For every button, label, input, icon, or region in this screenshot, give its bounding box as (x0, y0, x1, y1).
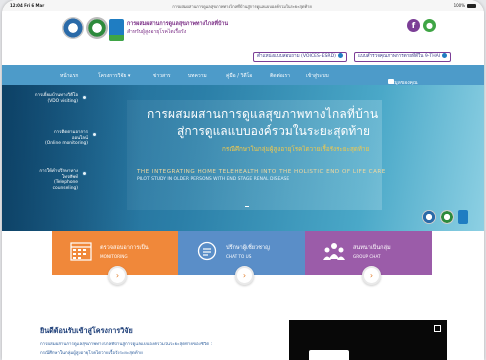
status-time: 12:04 Fri 6 Mar (10, 3, 45, 8)
side-item-online[interactable]: การติดตามอาการออนไลน์ (Online monitoring… (38, 130, 88, 147)
monitoring-en: MONITORING (100, 254, 128, 259)
side-dot-icon (82, 171, 87, 176)
side-item-telephone-label: การให้คำปรึกษาทางโทรศัพท์ (Telephone cou… (39, 169, 78, 191)
university-logo[interactable] (62, 17, 84, 39)
hero-english-subtitle: PILOT STUDY IN OLDER PERSONS WITH END ST… (137, 177, 290, 182)
monitoring-title: ตรวจสอบอาการเป็น (100, 245, 149, 251)
side-dot-icon (82, 95, 87, 100)
welcome-title: ยินดีต้อนรับเข้าสู่โครงการวิจัย (40, 326, 133, 335)
nav-item-research[interactable]: โครงการวิจัย ▾ (98, 72, 130, 80)
video-caption-bar (309, 350, 349, 360)
site-title[interactable]: การผสมผสานการดูแลสุขภาพทางไกลที่บ้าน (127, 20, 228, 28)
arrow-icon (337, 53, 343, 58)
side-item-vdo-label: การเยี่ยมบ้านทางวิดีโอ (VDO visiting) (34, 93, 78, 104)
partner-logo-1 (422, 210, 436, 224)
survey-button[interactable]: แบบสำรวจคุณภาพการตายที่ดีใน 9-THAI (354, 52, 452, 62)
nav-item-login[interactable]: เข้าสู่ระบบ (306, 72, 329, 80)
hero-english-title: THE INTEGRATING HOME TELEHEALTH INTO THE… (137, 169, 386, 175)
voices-esrd-button[interactable]: ตำแหน่งแบบสอบถาม (VOICES-ESRD) (253, 52, 347, 62)
arrow-icon (442, 53, 448, 58)
group-chat-title: สนทนาเป็นกลุ่ม (353, 245, 391, 251)
battery-indicator: 100% (454, 3, 476, 8)
facebook-icon[interactable]: f (407, 19, 420, 32)
nav-item-news[interactable]: ข่าวสาร (153, 72, 171, 80)
nav-item-articles[interactable]: บทความ (188, 72, 207, 80)
nav-item-contact[interactable]: ติดต่อเรา (270, 72, 290, 80)
chat-en: CHAT TO US (226, 254, 252, 259)
chevron-right-icon: › (369, 271, 374, 280)
external-link-icon[interactable] (434, 325, 441, 332)
hero-title-line2: สู่การดูแลแบบองค์รวมในระยะสุดท้าย (177, 124, 371, 138)
hero-shade (2, 85, 142, 231)
partner-logo-3 (458, 210, 468, 224)
nav-item-manuals[interactable]: คู่มือ / วิดีโอ (226, 72, 252, 80)
slide-indicator[interactable] (245, 206, 249, 207)
main-nav: หน้าแรก โครงการวิจัย ▾ ข่าวสาร บทความ คู… (2, 65, 484, 86)
group-icon (323, 243, 345, 260)
site-header: การผสมผสานการดูแลสุขภาพทางไกลที่บ้าน สำห… (2, 11, 484, 65)
partner-logo-2 (440, 210, 454, 224)
chat-arrow-button[interactable]: › (235, 266, 254, 285)
chevron-right-icon: › (242, 271, 247, 280)
group-chat-en: GROUP CHAT (353, 254, 381, 259)
hero-banner: การเยี่ยมบ้านทางวิดีโอ (VDO visiting) กา… (2, 85, 484, 231)
side-dot-icon (92, 132, 97, 137)
battery-label: 100% (453, 3, 465, 8)
chat-title: ปรึกษาผู้เชี่ยวชาญ (226, 245, 270, 251)
voices-esrd-label: ตำแหน่งแบบสอบถาม (VOICES-ESRD) (257, 54, 336, 59)
welcome-section: ยินดีต้อนรับเข้าสู่โครงการวิจัย การผสมผส… (2, 290, 484, 360)
tablet-screen: 12:04 Fri 6 Mar การผสมผสานการดูแลสุขภาพท… (2, 0, 484, 360)
hero-subtitle: กรณีศึกษาในกลุ่มผู้สูงอายุโรคไตวายเรื้อร… (222, 146, 370, 153)
monitoring-arrow-button[interactable]: › (108, 266, 127, 285)
welcome-body: การผสมผสานการดูแลสุขภาพทางไกลที่บ้านสู่ก… (40, 342, 212, 347)
line-icon[interactable]: ● (423, 19, 436, 32)
group-chat-arrow-button[interactable]: › (362, 266, 381, 285)
battery-icon (467, 4, 476, 8)
site-subtitle: สำหรับผู้สูงอายุโรคไตเรื้อรัง (127, 29, 187, 35)
status-bar: 12:04 Fri 6 Mar การผสมผสานการดูแลสุขภาพท… (2, 0, 484, 11)
side-item-vdo[interactable]: การเยี่ยมบ้านทางวิดีโอ (VDO visiting) (28, 93, 78, 104)
hospital-logo[interactable] (86, 17, 108, 39)
side-item-online-label: การติดตามอาการออนไลน์ (Online monitoring… (45, 130, 88, 146)
chat-bubble-icon (197, 241, 217, 261)
survey-label: แบบสำรวจคุณภาพการตายที่ดีใน 9-THAI (358, 54, 441, 59)
project-logo[interactable] (109, 19, 124, 41)
page-url[interactable]: การผสมผสานการดูแลสุขภาพทางไกลที่บ้านสู่ก… (132, 3, 352, 10)
chevron-right-icon: › (115, 271, 120, 280)
nav-item-home[interactable]: หน้าแรก (60, 72, 78, 80)
welcome-body-2: กรณีศึกษาในกลุ่มผู้สูงอายุโรคไตวายเรื้อร… (40, 351, 143, 356)
calendar-icon (70, 242, 92, 261)
side-item-telephone[interactable]: การให้คำปรึกษาทางโทรศัพท์ (Telephone cou… (28, 169, 78, 191)
video-player[interactable] (289, 320, 447, 360)
